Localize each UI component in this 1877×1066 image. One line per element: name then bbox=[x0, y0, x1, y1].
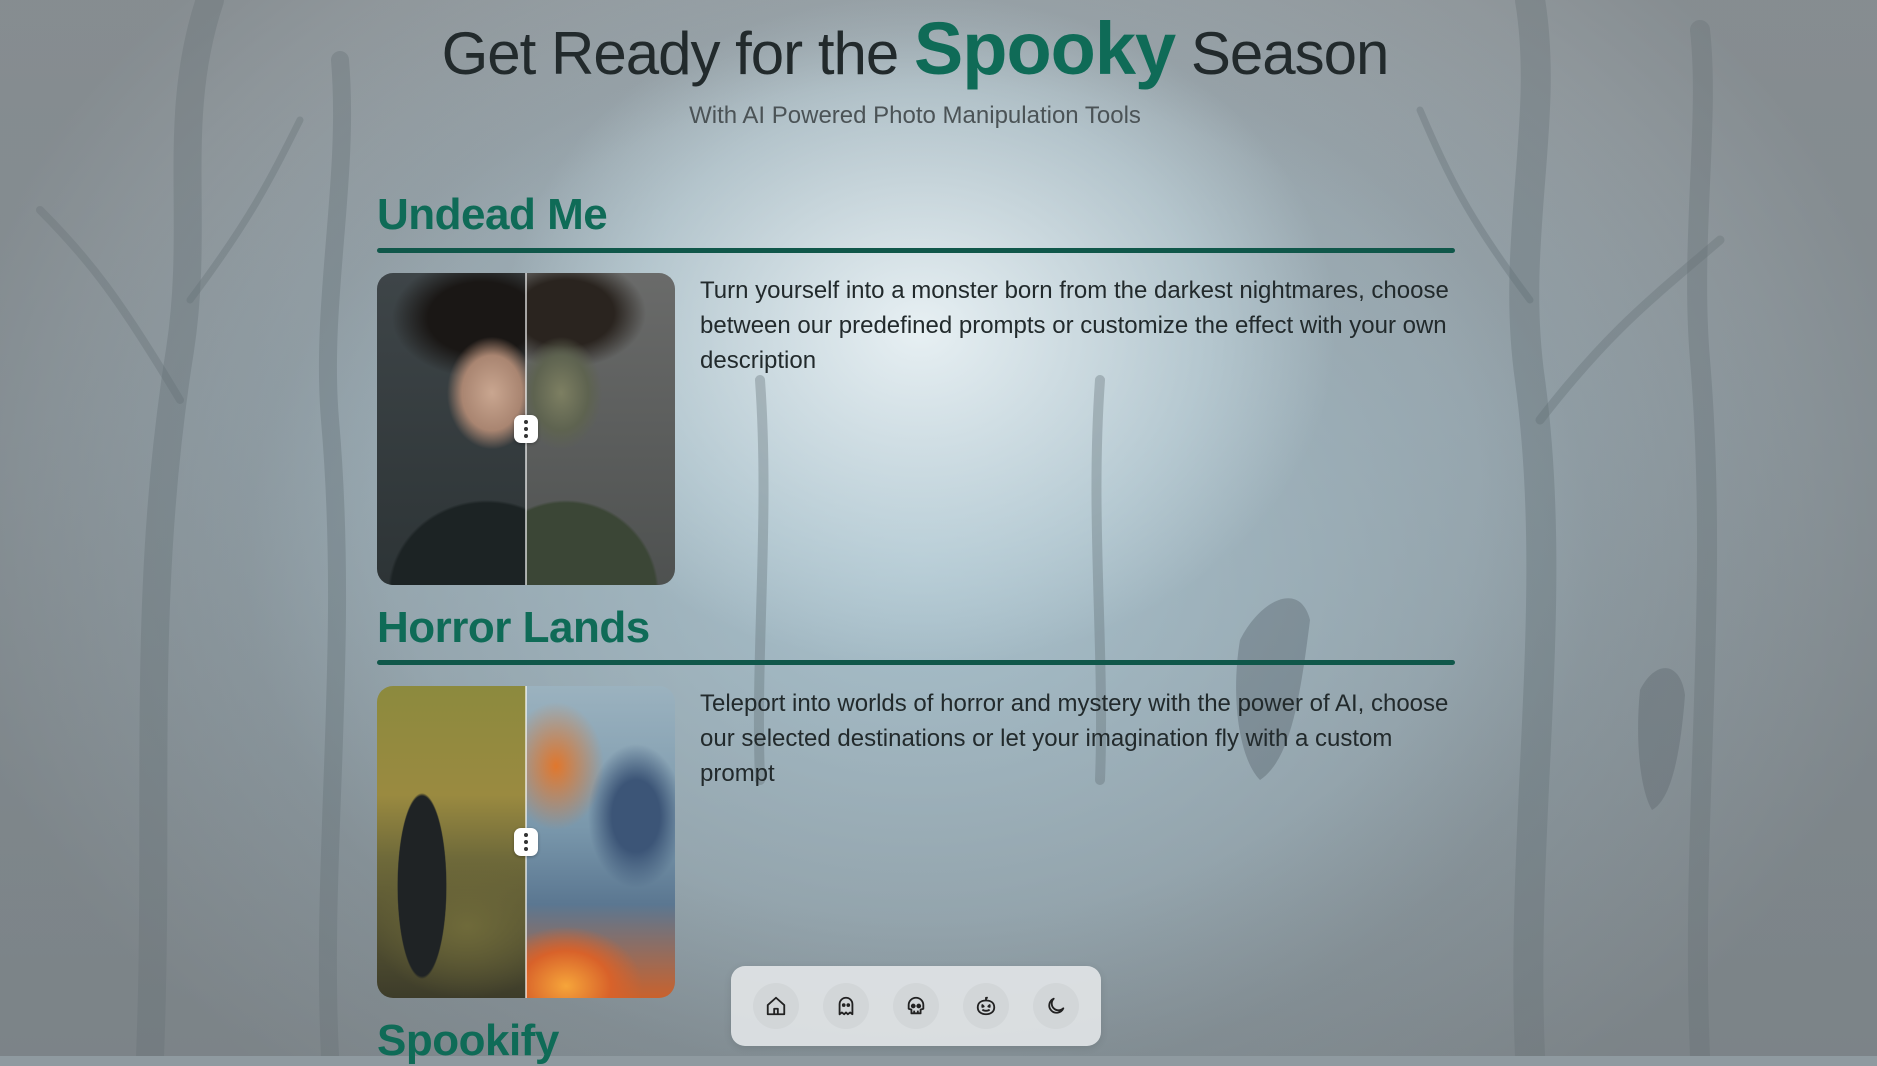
before-image bbox=[377, 686, 526, 998]
handle-dot bbox=[524, 833, 528, 837]
dock-skull-button[interactable] bbox=[893, 983, 939, 1029]
slider-handle[interactable] bbox=[514, 415, 538, 443]
before-after-slider-undead-me[interactable] bbox=[377, 273, 675, 585]
handle-dot bbox=[524, 427, 528, 431]
section-title-spookify: Spookify bbox=[377, 1016, 559, 1065]
section-title-undead-me: Undead Me bbox=[377, 190, 608, 239]
hero-title-suffix: Season bbox=[1175, 20, 1390, 87]
ghost-icon bbox=[838, 996, 854, 1016]
dock-pumpkin-button[interactable] bbox=[963, 983, 1009, 1029]
handle-dot bbox=[524, 420, 528, 424]
hero-title-accent: Spooky bbox=[913, 7, 1176, 90]
before-image bbox=[377, 273, 526, 585]
section-description-horror-lands: Teleport into worlds of horror and myste… bbox=[700, 690, 1449, 787]
handle-dot bbox=[524, 840, 528, 844]
dock-moon-button[interactable] bbox=[1033, 983, 1079, 1029]
hero-title-prefix: Get Ready for the bbox=[441, 20, 914, 87]
skull-icon bbox=[907, 996, 925, 1015]
section-divider bbox=[377, 660, 1455, 665]
section-divider bbox=[377, 248, 1455, 253]
hero-title: Get Ready for the Spooky Season bbox=[0, 6, 1830, 91]
section-description-undead-me: Turn yourself into a monster born from t… bbox=[700, 277, 1449, 374]
dock-ghost-button[interactable] bbox=[823, 983, 869, 1029]
home-icon bbox=[766, 996, 786, 1016]
moon-icon bbox=[1048, 997, 1065, 1014]
handle-dot bbox=[524, 847, 528, 851]
dock-home-button[interactable] bbox=[753, 983, 799, 1029]
before-after-slider-horror-lands[interactable] bbox=[377, 686, 675, 998]
section-title-horror-lands: Horror Lands bbox=[377, 603, 650, 652]
after-image bbox=[526, 686, 675, 998]
slider-handle[interactable] bbox=[514, 828, 538, 856]
after-image bbox=[526, 273, 675, 585]
pumpkin-icon bbox=[976, 996, 996, 1016]
hero-subtitle: With AI Powered Photo Manipulation Tools bbox=[689, 102, 1141, 129]
handle-dot bbox=[524, 434, 528, 438]
bottom-nav-dock bbox=[731, 966, 1101, 1046]
